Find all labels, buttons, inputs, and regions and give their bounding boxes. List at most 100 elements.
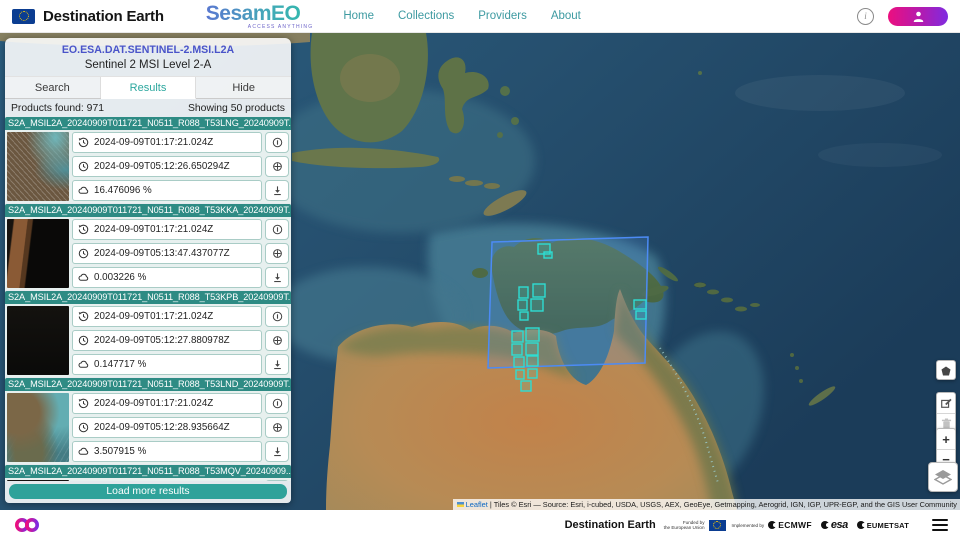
product-thumbnail[interactable] — [7, 219, 69, 288]
product-footprint[interactable] — [518, 300, 527, 310]
crosshair-icon — [272, 248, 283, 259]
product-actions — [265, 306, 289, 375]
zoom-to-footprint-button[interactable] — [265, 243, 289, 264]
ecmwf-mark-icon — [768, 521, 776, 529]
load-more-button[interactable]: Load more results — [9, 484, 287, 499]
product-footprint[interactable] — [526, 343, 538, 355]
main-nav: Home Collections Providers About — [343, 10, 581, 22]
published-time-row: 2024-09-09T05:12:26.650294Z — [72, 156, 262, 177]
product-footprint[interactable] — [526, 328, 539, 341]
published-time-value: 2024-09-09T05:12:26.650294Z — [94, 161, 230, 172]
nav-about[interactable]: About — [551, 10, 581, 22]
product-footprint[interactable] — [544, 252, 552, 258]
tab-results[interactable]: Results — [101, 77, 197, 99]
product-id-bar[interactable]: S2A_MSIL2A_20240909T011721_N0511_R088_T5… — [5, 117, 291, 130]
edit-layers-control — [936, 392, 956, 433]
product-thumbnail[interactable] — [7, 393, 69, 462]
published-time-value: 2024-09-09T05:12:27.880978Z — [94, 335, 230, 346]
product-thumbnail[interactable] — [7, 480, 69, 481]
product-footprint[interactable] — [528, 369, 537, 378]
product-info-button[interactable] — [265, 132, 289, 153]
product-footprint[interactable] — [531, 299, 543, 311]
cloud-cover-value: 0.147717 % — [94, 359, 146, 370]
eu-flag-logo — [12, 9, 35, 24]
download-button[interactable] — [265, 180, 289, 201]
info-icon[interactable]: i — [857, 8, 874, 25]
zoom-to-footprint-button[interactable] — [265, 156, 289, 177]
product-footprint[interactable] — [533, 284, 545, 297]
tab-hide[interactable]: Hide — [196, 77, 291, 98]
collection-name: Sentinel 2 MSI Level 2-A — [5, 56, 291, 76]
cloud-icon — [78, 272, 89, 283]
sensing-time-value: 2024-09-09T01:17:21.024Z — [94, 398, 213, 409]
product-thumbnail[interactable] — [7, 306, 69, 375]
download-button[interactable] — [265, 267, 289, 288]
cloud-cover-value: 16.476096 % — [94, 185, 152, 196]
product-actions — [265, 219, 289, 288]
product-footprint[interactable] — [519, 287, 528, 298]
product-footprint[interactable] — [512, 331, 523, 342]
product-actions — [265, 393, 289, 462]
leaflet-link[interactable]: Leaflet — [466, 499, 488, 510]
implemented-by-text: Implemented by — [732, 523, 765, 528]
product-id-bar[interactable]: S2A_MSIL2A_20240909T011721_N0511_R088_T5… — [5, 291, 291, 304]
eu-flag-icon — [709, 520, 726, 531]
product-info-rows: 2024-09-09T01:17:21.024Z 2024-09-09T05:1… — [72, 132, 262, 201]
product-footprint[interactable] — [634, 300, 646, 309]
cloud-cover-value: 3.507915 % — [94, 446, 146, 457]
clock-history-icon — [78, 311, 89, 322]
layers-icon — [934, 469, 952, 485]
menu-button[interactable] — [932, 519, 948, 532]
draw-polygon-control[interactable] — [936, 360, 956, 380]
product-id-bar[interactable]: S2A_MSIL2A_20240909T011721_N0511_R088_T5… — [5, 378, 291, 391]
product-info-rows: 2024-09-09T01:17:21.024Z 2024-09-09T05:1… — [72, 393, 262, 462]
zoom-to-footprint-button[interactable] — [265, 417, 289, 438]
product-footprint[interactable] — [516, 370, 524, 379]
product-info-button[interactable] — [265, 393, 289, 414]
sensing-time-row: 2024-09-09T01:17:21.024Z — [72, 393, 262, 414]
info-icon — [272, 311, 283, 322]
esa-logo: esa — [821, 519, 848, 531]
download-icon — [272, 272, 283, 283]
nav-providers[interactable]: Providers — [478, 10, 527, 22]
zoom-to-footprint-button[interactable] — [265, 330, 289, 351]
cloud-icon — [78, 185, 89, 196]
tab-search[interactable]: Search — [5, 77, 101, 98]
product-id-bar[interactable]: S2A_MSIL2A_20240909T011721_N0511_R088_T5… — [5, 465, 291, 478]
funded-by-text: Funded by the European Union — [664, 520, 705, 530]
product-thumbnail[interactable] — [7, 132, 69, 201]
showing-count: Showing 50 products — [188, 103, 285, 114]
results-meta: Products found: 971 Showing 50 products — [5, 99, 291, 117]
product-info-button[interactable] — [265, 219, 289, 240]
sensing-time-row: 2024-09-09T01:17:21.024Z — [72, 219, 262, 240]
edit-shape-button[interactable] — [937, 393, 955, 413]
sensing-time-value: 2024-09-09T01:17:21.024Z — [94, 137, 213, 148]
product-footprint[interactable] — [520, 312, 528, 320]
product-list[interactable]: S2A_MSIL2A_20240909T011721_N0511_R088_T5… — [5, 117, 291, 481]
user-account-button[interactable] — [888, 7, 948, 26]
product-footprint[interactable] — [636, 311, 646, 319]
crosshair-icon — [272, 422, 283, 433]
layers-control[interactable] — [928, 462, 958, 492]
map-attribution: Leaflet | Tiles © Esri — Source: Esri, i… — [453, 499, 960, 510]
product-footprint[interactable] — [512, 344, 522, 355]
nav-home[interactable]: Home — [343, 10, 374, 22]
sensing-time-row: 2024-09-09T01:17:21.024Z — [72, 132, 262, 153]
product-footprint[interactable] — [514, 357, 524, 367]
product-footprint[interactable] — [521, 381, 531, 391]
download-button[interactable] — [265, 354, 289, 375]
product-info-button[interactable] — [265, 480, 289, 481]
sesameo-logo[interactable]: SesamEO ACCESS ANYTHING — [206, 3, 314, 30]
product-info-rows: 2024-09-09T01:17:21.024Z 2024-09-09T05:1… — [72, 219, 262, 288]
product-id-bar[interactable]: S2A_MSIL2A_20240909T011721_N0511_R088_T5… — [5, 204, 291, 217]
download-button[interactable] — [265, 441, 289, 462]
product-footprint[interactable] — [527, 356, 538, 366]
published-time-row: 2024-09-09T05:12:28.935664Z — [72, 417, 262, 438]
eumetsat-logo: EUMETSAT — [857, 521, 909, 530]
nav-collections[interactable]: Collections — [398, 10, 454, 22]
zoom-in-button[interactable]: + — [937, 429, 955, 449]
collection-id-link[interactable]: EO.ESA.DAT.SENTINEL-2.MSI.L2A — [5, 38, 291, 56]
product-actions — [265, 480, 289, 481]
product-card-body: 2024-09-09T01:17:21.024Z 2024-09-09T05:1… — [5, 391, 291, 464]
product-info-button[interactable] — [265, 306, 289, 327]
